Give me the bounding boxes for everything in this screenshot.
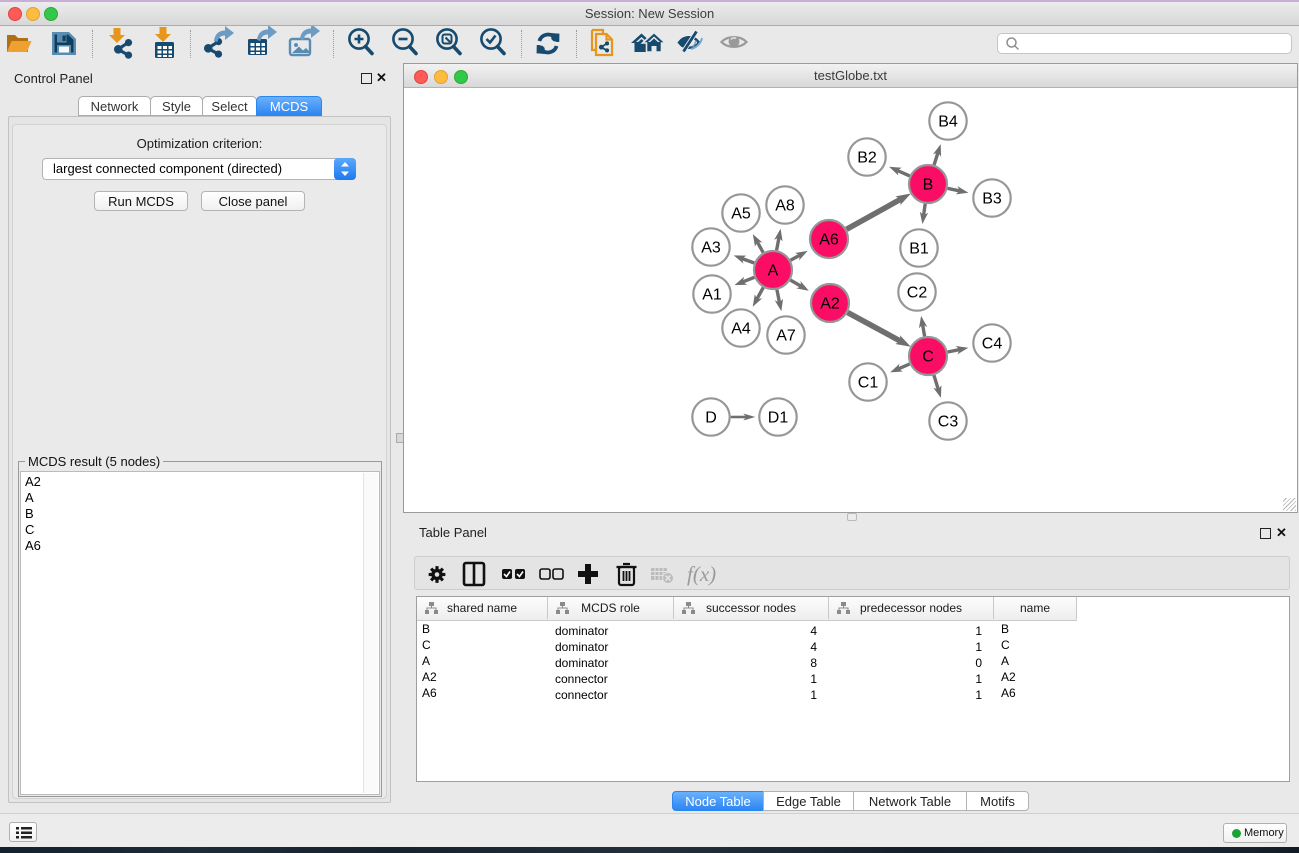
svg-text:B2: B2 (857, 150, 877, 167)
svg-text:B: B (923, 177, 934, 194)
svg-text:B1: B1 (909, 241, 929, 258)
svg-text:A4: A4 (731, 321, 751, 338)
svg-text:A6: A6 (819, 232, 839, 249)
svg-text:A5: A5 (731, 206, 751, 223)
svg-text:C4: C4 (982, 336, 1003, 353)
svg-text:A7: A7 (776, 328, 796, 345)
svg-text:A1: A1 (702, 287, 722, 304)
svg-text:C3: C3 (938, 414, 959, 431)
svg-text:C2: C2 (907, 285, 928, 302)
svg-text:C: C (922, 349, 934, 366)
svg-text:D1: D1 (768, 410, 789, 427)
svg-text:f(x): f(x) (687, 562, 716, 586)
svg-text:D: D (705, 410, 717, 427)
svg-text:A8: A8 (775, 198, 795, 215)
svg-text:A: A (768, 263, 779, 280)
svg-text:A2: A2 (820, 296, 840, 313)
svg-text:C1: C1 (858, 375, 879, 392)
svg-text:B4: B4 (938, 114, 958, 131)
svg-text:B3: B3 (982, 191, 1002, 208)
svg-text:A3: A3 (701, 240, 721, 257)
